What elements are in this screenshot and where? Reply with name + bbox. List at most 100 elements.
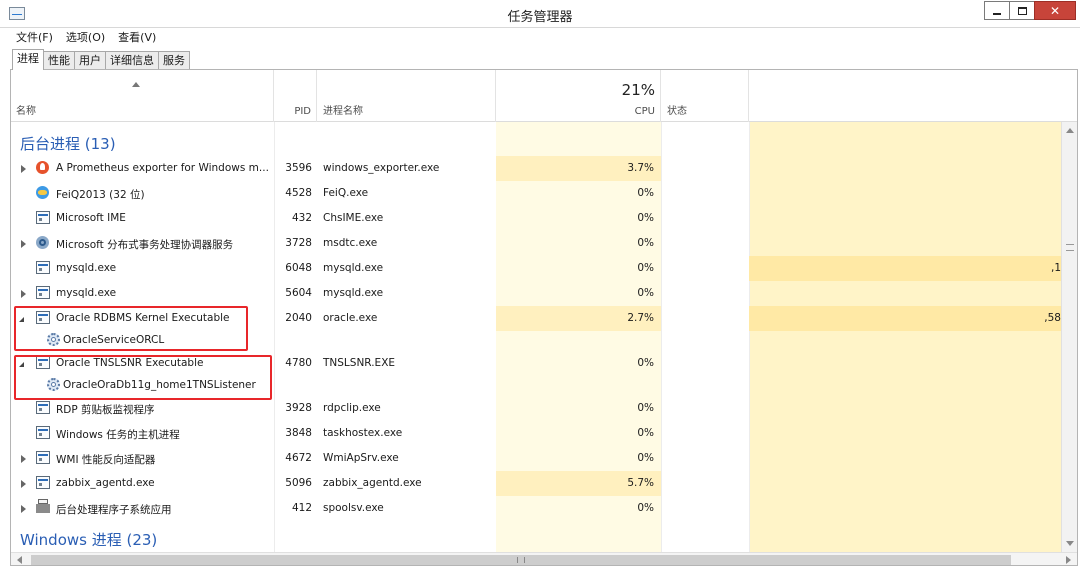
menu-options[interactable]: 选项(O) xyxy=(66,28,105,47)
horizontal-scrollbar[interactable] xyxy=(11,552,1077,565)
process-display-name: Microsoft IME xyxy=(56,212,126,224)
tab-processes[interactable]: 进程 xyxy=(12,49,44,70)
column-name-label: 名称 xyxy=(16,106,36,117)
process-row[interactable]: 后台处理程序子系统应用 412 spoolsv.exe 0% xyxy=(11,496,1061,521)
app-window-icon xyxy=(36,401,50,414)
minimize-icon xyxy=(993,13,1001,15)
scroll-down-icon[interactable] xyxy=(1066,541,1074,546)
process-pid: 4780 xyxy=(285,357,312,369)
process-executable: taskhostex.exe xyxy=(323,427,403,439)
process-cpu: 0% xyxy=(637,187,654,199)
process-row[interactable]: zabbix_agentd.exe 5096 zabbix_agentd.exe 5.… xyxy=(11,471,1061,496)
tab-performance[interactable]: 性能 xyxy=(43,51,75,69)
app-window-icon xyxy=(36,451,50,464)
group-windows-processes[interactable]: Windows 进程 (23) xyxy=(20,529,157,550)
process-executable: WmiApSrv.exe xyxy=(323,452,399,464)
process-pid: 2040 xyxy=(285,312,312,324)
column-status[interactable]: 状态 xyxy=(661,70,749,122)
column-name[interactable]: 名称 xyxy=(11,70,274,122)
process-memory: 1, xyxy=(1050,262,1061,274)
process-cpu: 5.7% xyxy=(627,477,654,489)
process-row[interactable]: FeiQ2013 (32 位) 4528 FeiQ.exe 0% xyxy=(11,181,1061,206)
column-process-name-label: 进程名称 xyxy=(323,106,363,117)
column-pid-label: PID xyxy=(294,106,311,117)
process-display-name: WMI 性能反向适配器 xyxy=(56,454,156,466)
process-cpu: 0% xyxy=(637,452,654,464)
process-row[interactable]: Microsoft 分布式事务处理协调器服务 3728 msdtc.exe 0% xyxy=(11,231,1061,256)
process-cpu: 0% xyxy=(637,357,654,369)
process-executable: zabbix_agentd.exe xyxy=(323,477,422,489)
group-background-processes[interactable]: 后台进程 (13) xyxy=(20,133,116,154)
process-pid: 3596 xyxy=(285,162,312,174)
process-pid: 5096 xyxy=(285,477,312,489)
scroll-left-icon[interactable] xyxy=(17,556,22,564)
maximize-icon xyxy=(1017,6,1027,15)
process-row[interactable]: WMI 性能反向适配器 4672 WmiApSrv.exe 0% xyxy=(11,446,1061,471)
window-controls: ✕ xyxy=(984,1,1076,21)
column-process-name[interactable]: 进程名称 xyxy=(317,70,496,122)
column-memory[interactable] xyxy=(749,70,1077,122)
process-row[interactable]: mysqld.exe 5604 mysqld.exe 0% xyxy=(11,281,1061,306)
process-pid: 3728 xyxy=(285,237,312,249)
expand-arrow-icon[interactable] xyxy=(21,505,26,513)
app-window-icon xyxy=(36,211,50,224)
expand-arrow-icon[interactable] xyxy=(21,165,26,173)
process-memory: 58, xyxy=(1044,312,1061,324)
process-executable: ChsIME.exe xyxy=(323,212,384,224)
minimize-button[interactable] xyxy=(984,1,1010,20)
process-row[interactable]: Windows 任务的主机进程 3848 taskhostex.exe 0% xyxy=(11,421,1061,446)
tab-users[interactable]: 用户 xyxy=(74,51,106,69)
title-bar: 任务管理器 ✕ xyxy=(0,0,1080,28)
process-cpu: 0% xyxy=(637,262,654,274)
process-executable: rdpclip.exe xyxy=(323,402,381,414)
sort-ascending-icon xyxy=(132,82,140,87)
column-cpu[interactable]: 21% CPU xyxy=(496,70,661,122)
app-window-icon xyxy=(36,476,50,489)
scroll-grip-icon xyxy=(1066,244,1074,251)
process-row[interactable]: mysqld.exe 6048 mysqld.exe 0% 1, xyxy=(11,256,1061,281)
vertical-scrollbar[interactable] xyxy=(1061,122,1077,552)
process-pid: 5604 xyxy=(285,287,312,299)
app-window-icon xyxy=(36,426,50,439)
close-button[interactable]: ✕ xyxy=(1034,1,1076,20)
process-display-name: A Prometheus exporter for Windows m... xyxy=(56,162,269,174)
tab-services[interactable]: 服务 xyxy=(158,51,190,69)
memory-usage-highlight xyxy=(749,256,1061,281)
process-pid: 4672 xyxy=(285,452,312,464)
menu-view[interactable]: 查看(V) xyxy=(118,28,156,47)
tab-strip: 进程 性能 用户 详细信息 服务 xyxy=(12,49,190,70)
menu-bar: 文件(F) 选项(O) 查看(V) xyxy=(0,28,1080,47)
process-pid: 3928 xyxy=(285,402,312,414)
process-row[interactable]: Microsoft IME 432 ChsIME.exe 0% xyxy=(11,206,1061,231)
scroll-up-icon[interactable] xyxy=(1066,128,1074,133)
process-executable: mysqld.exe xyxy=(323,262,384,274)
scroll-right-icon[interactable] xyxy=(1066,556,1071,564)
process-executable: TNSLSNR.EXE xyxy=(323,357,396,369)
process-panel: 名称 PID 进程名称 21% CPU 状态 后台进程 (13) A Prome… xyxy=(10,69,1078,566)
menu-file[interactable]: 文件(F) xyxy=(16,28,53,47)
prometheus-icon xyxy=(36,161,49,174)
expand-arrow-icon[interactable] xyxy=(21,290,26,298)
process-display-name: FeiQ2013 (32 位) xyxy=(56,189,145,201)
horizontal-scroll-thumb[interactable] xyxy=(31,555,1011,565)
tab-details[interactable]: 详细信息 xyxy=(105,51,159,69)
expand-arrow-icon[interactable] xyxy=(21,455,26,463)
app-window-icon xyxy=(36,286,50,299)
process-display-name: Windows 任务的主机进程 xyxy=(56,429,180,441)
process-row[interactable]: A Prometheus exporter for Windows m... 35… xyxy=(11,156,1061,181)
process-executable: FeiQ.exe xyxy=(323,187,369,199)
process-executable: mysqld.exe xyxy=(323,287,384,299)
process-display-name: mysqld.exe xyxy=(56,287,117,299)
process-cpu: 0% xyxy=(637,212,654,224)
process-cpu: 3.7% xyxy=(627,162,654,174)
printer-icon xyxy=(36,499,50,513)
process-display-name: zabbix_agentd.exe xyxy=(56,477,155,489)
maximize-button[interactable] xyxy=(1009,1,1035,20)
expand-arrow-icon[interactable] xyxy=(21,240,26,248)
process-pid: 432 xyxy=(291,212,312,224)
expand-arrow-icon[interactable] xyxy=(21,480,26,488)
cpu-total-value: 21% xyxy=(621,81,655,99)
process-executable: oracle.exe xyxy=(323,312,378,324)
process-cpu: 2.7% xyxy=(627,312,654,324)
column-pid[interactable]: PID xyxy=(274,70,317,122)
